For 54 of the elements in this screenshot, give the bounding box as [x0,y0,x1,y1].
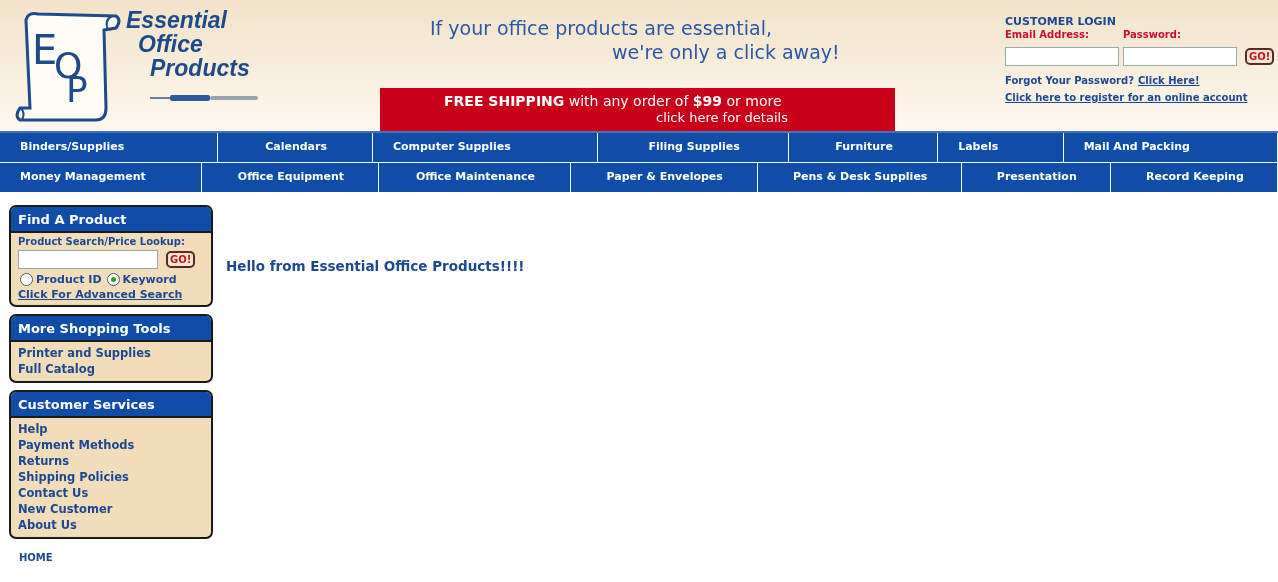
tagline-text: we're only a click away! [611,40,841,64]
greeting-text: Hello from Essential Office Products!!!! [226,258,525,274]
nav-tab[interactable]: Computer Supplies [372,133,599,162]
go-button[interactable]: GO! [1245,48,1275,65]
advanced-search-link[interactable]: Click For Advanced Search [18,288,204,301]
nav-tab[interactable]: Presentation [961,163,1111,192]
nav-tab[interactable]: Paper & Envelopes [570,163,758,192]
nav-tab[interactable]: Money Management [0,163,202,192]
nav-tab[interactable]: Filing Supplies [598,133,790,162]
home-link[interactable]: HOME [9,552,213,563]
forgot-link[interactable]: Click Here! [1137,72,1200,89]
sidebar-link[interactable]: Shipping Policies [18,469,204,485]
login-title: CUSTOMER LOGIN [1005,16,1117,28]
promo-banner[interactable]: FREE SHIPPING with any order of $99 or more click here for details [380,88,895,131]
nav-tab[interactable]: Calendars [218,133,373,162]
panel-title: Customer Services [11,392,211,418]
promo-text: FREE SHIPPING with any order of $99 or more [444,92,783,110]
nav-tab[interactable]: Record Keeping [1110,163,1278,192]
radio-button[interactable] [106,273,120,286]
nav-tab[interactable]: Furniture [789,133,939,162]
logo-text: Products [149,56,251,80]
nav-tab[interactable]: Binders/Supplies [0,133,219,162]
email-field[interactable] [1005,47,1119,66]
tagline-text: If your office products are essential, [429,16,773,40]
search-label: Product Search/Price Lookup: [18,236,186,247]
logo-text: Essential [126,8,229,32]
nav-tab[interactable]: Pens & Desk Supplies [757,163,962,192]
sidebar-link[interactable]: Contact Us [18,485,204,501]
sidebar-link[interactable]: Printer and Supplies [18,345,204,361]
go-button[interactable]: GO! [166,251,196,268]
panel-title: More Shopping Tools [11,316,211,342]
details-link[interactable]: click here for details [444,110,895,126]
nav-tab[interactable]: Office Equipment [201,163,380,192]
radio-button[interactable] [20,273,33,286]
forgot-text: Forgot Your Password? [1005,74,1134,88]
radio-label[interactable]: Keyword [122,273,177,286]
pen-icon [150,94,260,102]
nav-tab[interactable]: Labels [938,133,1064,162]
logo-text: Office [137,32,204,56]
register-link[interactable]: Click here to register for an online account [1005,89,1278,106]
radio-label[interactable]: Product ID [36,273,102,286]
search-field[interactable] [18,250,158,269]
email-label: Email Address: [1005,28,1090,41]
nav-tab[interactable]: Office Maintenance [379,163,571,192]
nav-tab[interactable]: Mail And Packing [1063,133,1278,162]
sidebar-link[interactable]: Payment Methods [18,437,204,453]
sidebar-link[interactable]: Full Catalog [18,361,204,377]
sidebar-link[interactable]: Returns [18,453,204,469]
sidebar-link[interactable]: About Us [18,517,204,533]
password-label: Password: [1123,28,1181,41]
panel-title: Find A Product [11,207,211,233]
password-field[interactable] [1123,47,1237,66]
sidebar-link[interactable]: Help [18,421,204,437]
sidebar-link[interactable]: New Customer [18,501,204,517]
